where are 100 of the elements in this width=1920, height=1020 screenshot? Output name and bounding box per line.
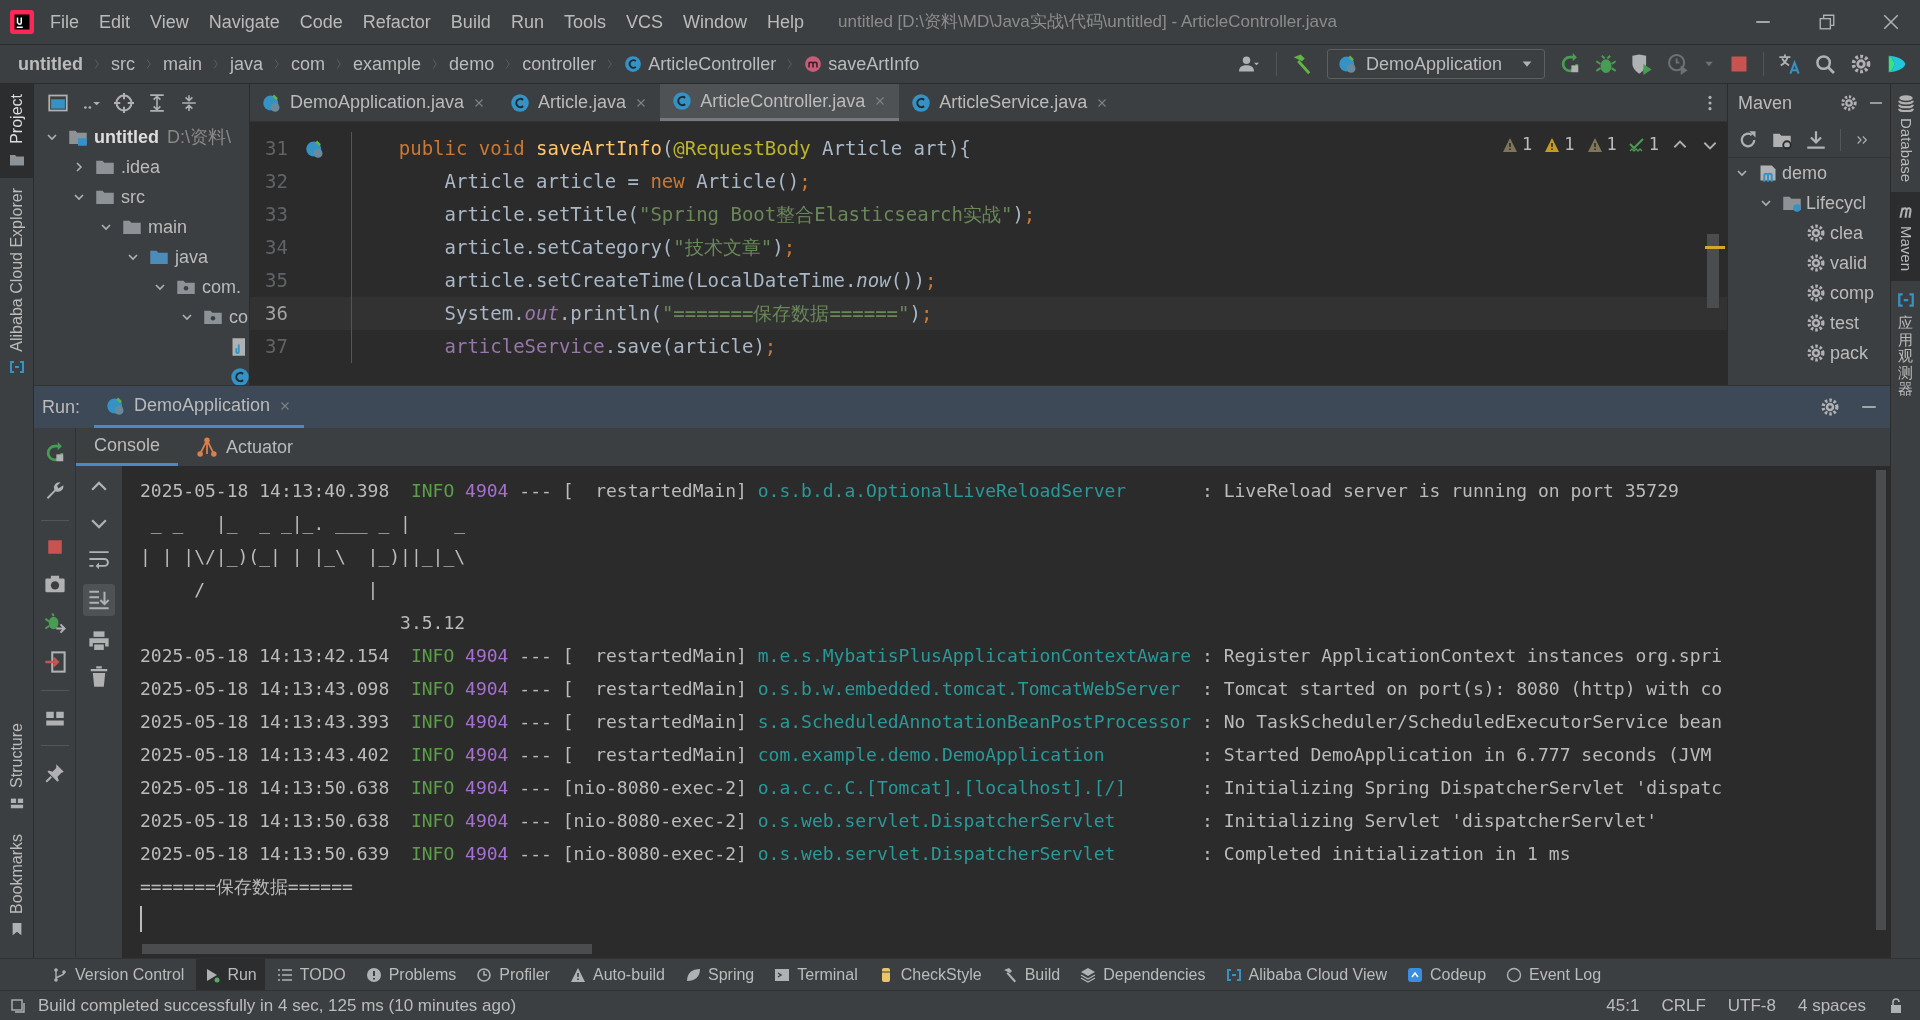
tool-window-button[interactable]: Codeup (1399, 959, 1495, 990)
menu-item[interactable]: File (50, 8, 79, 36)
download-icon[interactable] (1806, 129, 1826, 150)
tool-window-tab[interactable]: Project (0, 84, 33, 178)
tool-window-tab[interactable]: Database (1891, 84, 1920, 193)
tree-item[interactable]: valid (1830, 249, 1868, 277)
menu-item[interactable]: Build (450, 8, 491, 36)
breadcrumb-item[interactable]: saveArtInfo (828, 50, 920, 78)
breadcrumb-item[interactable]: main (163, 50, 202, 78)
editor-tab[interactable]: ArticleController.java (660, 84, 900, 121)
debug-bug-icon[interactable] (43, 612, 66, 634)
tree-item[interactable]: java (175, 243, 209, 271)
coverage-icon[interactable] (1631, 53, 1653, 75)
status-item[interactable]: UTF-8 (1727, 992, 1776, 1019)
tree-item[interactable]: clea (1830, 219, 1864, 247)
pin-icon[interactable] (44, 763, 65, 783)
status-item[interactable]: 4 spaces (1797, 992, 1866, 1019)
tool-window-button[interactable]: Spring (677, 959, 763, 990)
menu-item[interactable]: Refactor (362, 8, 431, 36)
tree-item[interactable]: src (121, 183, 145, 211)
logger-name[interactable]: o.a.c.c.C.[Tomcat].[localhost].[/] (757, 774, 1127, 801)
tool-window-button[interactable]: Run (196, 959, 265, 990)
breadcrumb-item[interactable]: src (111, 50, 135, 78)
app-logo-icon[interactable] (1886, 53, 1908, 75)
menu-item[interactable]: Run (510, 8, 544, 36)
tree-item[interactable]: untitled (94, 123, 159, 151)
tool-window-button[interactable]: Dependencies (1072, 959, 1214, 990)
scrollbar[interactable] (142, 944, 592, 954)
tree-item[interactable]: co (229, 303, 248, 331)
inspection-count[interactable]: 1 (1628, 132, 1659, 158)
status-panel-icon[interactable] (10, 997, 26, 1014)
camera-icon[interactable] (43, 573, 66, 595)
logger-name[interactable]: s.a.ScheduledAnnotationBeanPostProcessor (757, 708, 1192, 735)
logger-name[interactable]: com.example.demo.DemoApplication (757, 741, 1105, 768)
restore-icon[interactable] (1818, 13, 1836, 31)
tree-item[interactable]: demo (1782, 159, 1828, 187)
run-configuration-dropdown[interactable]: DemoApplication (1326, 49, 1545, 79)
tree-item[interactable]: main (148, 213, 187, 241)
breadcrumb-item[interactable]: controller (522, 50, 597, 78)
locate-target-icon[interactable] (114, 93, 134, 113)
expand-all-icon[interactable] (148, 94, 166, 112)
tool-window-tab[interactable]: Bookmarks (0, 821, 33, 948)
lock-icon[interactable] (1888, 997, 1904, 1014)
breadcrumb-item[interactable]: demo (449, 50, 495, 78)
scrollbar[interactable] (1707, 234, 1719, 308)
tree-item[interactable]: test (1830, 309, 1859, 337)
status-item[interactable]: CRLF (1661, 992, 1706, 1019)
editor-tab[interactable]: DemoApplication.java (250, 84, 499, 121)
settings-icon[interactable] (1840, 94, 1858, 112)
stop-icon[interactable] (45, 538, 64, 556)
menu-item[interactable]: Help (767, 8, 805, 36)
tool-window-button[interactable]: Version Control (44, 959, 193, 990)
menu-item[interactable]: Window (682, 8, 747, 36)
close-icon[interactable] (1882, 13, 1900, 31)
settings-icon[interactable] (1820, 397, 1840, 417)
tool-window-button[interactable]: Alibaba Cloud View (1217, 959, 1395, 990)
web-endpoint-icon[interactable] (305, 138, 325, 159)
settings-icon[interactable] (1850, 53, 1872, 75)
inspection-count[interactable]: 1 (1586, 132, 1617, 158)
breadcrumb-item[interactable]: ArticleController (648, 50, 777, 78)
tree-item[interactable]: .idea (121, 153, 161, 181)
tool-window-button[interactable]: Event Log (1498, 959, 1610, 990)
collapse-all-icon[interactable] (180, 94, 198, 112)
menu-item[interactable]: Code (299, 8, 343, 36)
stop-icon[interactable] (1729, 54, 1749, 74)
inspection-count[interactable]: 1 (1544, 132, 1575, 158)
tool-window-tab[interactable]: Alibaba Cloud Explorer (0, 177, 33, 386)
status-item[interactable]: 45:1 (1606, 992, 1640, 1019)
breadcrumb-item[interactable]: com (291, 50, 326, 78)
translate-icon[interactable] (1778, 53, 1800, 75)
refresh-icon[interactable] (1738, 129, 1758, 150)
scrollbar[interactable] (1876, 470, 1886, 930)
tree-item[interactable]: Lifecycl (1806, 189, 1867, 217)
editor-tab[interactable]: ArticleService.java (899, 84, 1122, 121)
tree-item[interactable]: com. (202, 273, 241, 301)
breadcrumb-item[interactable]: example (353, 50, 422, 78)
exit-icon[interactable] (43, 651, 66, 673)
breadcrumb-item[interactable]: untitled (18, 50, 83, 78)
search-icon[interactable] (1814, 53, 1836, 75)
console-tab[interactable]: Actuator (178, 428, 312, 466)
bug-icon[interactable] (1595, 53, 1617, 75)
tool-window-button[interactable]: Problems (357, 959, 465, 990)
editor-tab[interactable]: Article.java (498, 84, 661, 121)
tool-window-button[interactable]: Auto-build (561, 959, 673, 990)
window-icon[interactable] (48, 93, 68, 113)
menu-item[interactable]: View (150, 8, 189, 36)
tool-window-tab[interactable]: Structure (0, 711, 33, 822)
menu-item[interactable]: Navigate (208, 8, 280, 36)
print-icon[interactable] (88, 630, 110, 652)
tool-window-button[interactable]: Build (993, 959, 1069, 990)
rerun-icon[interactable] (1559, 53, 1581, 75)
logger-name[interactable]: o.s.web.servlet.DispatcherServlet (757, 840, 1116, 867)
tool-window-button[interactable]: Profiler (468, 959, 558, 990)
menu-item[interactable]: Edit (99, 8, 131, 36)
breadcrumb-item[interactable]: java (230, 50, 264, 78)
tool-window-tab[interactable]: Maven (1891, 192, 1920, 282)
scroll-to-end-button[interactable] (83, 584, 115, 616)
tool-window-button[interactable]: TODO (268, 959, 354, 990)
logger-name[interactable]: o.s.web.servlet.DispatcherServlet (757, 807, 1116, 834)
menu-item[interactable]: VCS (625, 8, 663, 36)
